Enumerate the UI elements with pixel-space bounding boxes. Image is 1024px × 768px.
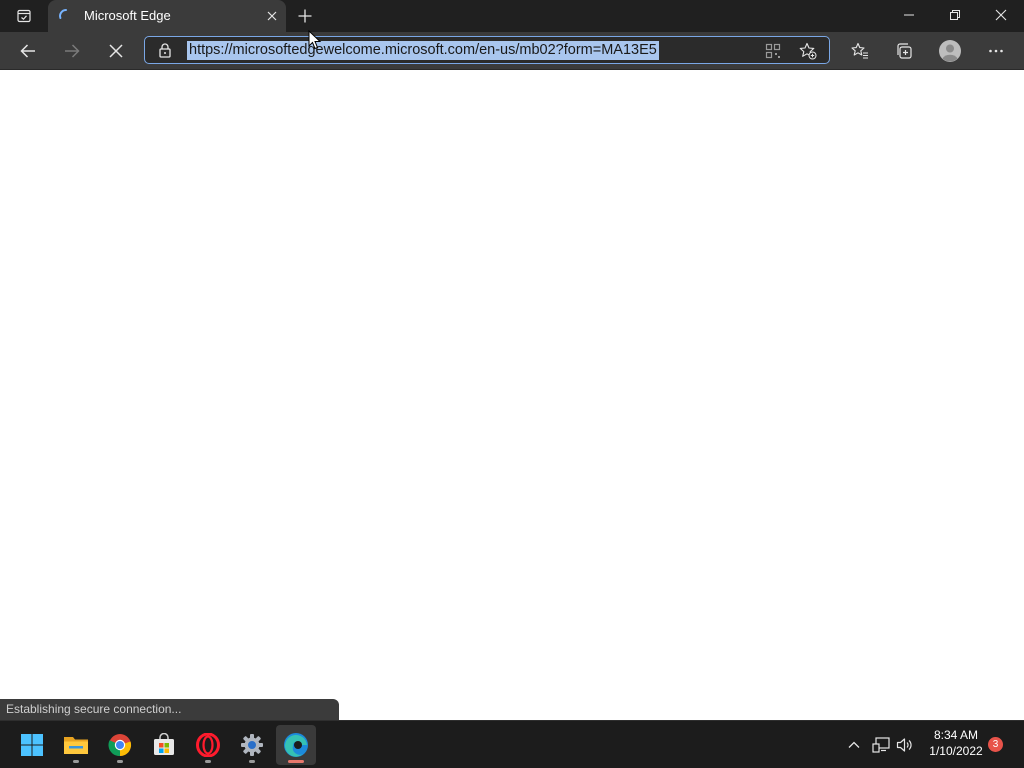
url-input[interactable]: https://microsoftedgewelcome.microsoft.c… bbox=[187, 41, 659, 60]
running-indicator bbox=[205, 760, 211, 763]
status-bar: Establishing secure connection... bbox=[0, 699, 339, 720]
browser-titlebar: Microsoft Edge bbox=[0, 0, 1024, 32]
chrome-icon bbox=[108, 734, 132, 757]
clock-time: 8:34 AM bbox=[933, 728, 979, 742]
collections-button[interactable] bbox=[887, 35, 921, 67]
close-icon bbox=[995, 9, 1007, 21]
arrow-left-icon bbox=[20, 44, 35, 58]
store-icon bbox=[154, 733, 174, 755]
tab-title: Microsoft Edge bbox=[84, 8, 171, 23]
tab-actions-icon bbox=[17, 9, 31, 23]
volume-icon bbox=[896, 738, 912, 752]
taskbar-microsoft-store[interactable] bbox=[144, 725, 184, 765]
notification-badge[interactable]: 3 bbox=[988, 737, 1003, 752]
favorites-icon bbox=[851, 42, 868, 59]
chevron-up-icon bbox=[848, 741, 860, 748]
restore-icon bbox=[950, 10, 960, 20]
taskbar: 8:34 AM 1/10/2022 3 bbox=[0, 720, 1024, 768]
new-tab-button[interactable] bbox=[292, 4, 318, 28]
minimize-icon bbox=[904, 14, 914, 16]
network-icon bbox=[872, 737, 890, 753]
more-options-icon bbox=[989, 49, 1003, 53]
folder-icon bbox=[64, 737, 88, 754]
back-button[interactable] bbox=[11, 35, 45, 67]
taskbar-opera[interactable] bbox=[188, 725, 228, 765]
close-window-button[interactable] bbox=[978, 0, 1024, 30]
mouse-cursor-icon bbox=[308, 30, 322, 50]
stop-loading-button[interactable] bbox=[99, 35, 133, 67]
plus-icon bbox=[298, 9, 312, 23]
profile-avatar-icon bbox=[939, 40, 961, 62]
qr-code-icon bbox=[765, 43, 781, 59]
opera-icon bbox=[196, 733, 220, 757]
clock-date: 1/10/2022 bbox=[929, 744, 983, 758]
tab-actions-button[interactable] bbox=[6, 4, 42, 28]
taskbar-clock[interactable]: 8:34 AM 1/10/2022 bbox=[920, 727, 992, 759]
windows-logo-icon bbox=[21, 734, 43, 756]
volume-button[interactable] bbox=[893, 729, 917, 761]
star-add-icon bbox=[799, 42, 817, 60]
loading-spinner-icon bbox=[59, 9, 67, 19]
qr-code-button[interactable] bbox=[761, 40, 785, 62]
close-tab-button[interactable] bbox=[262, 6, 282, 26]
stop-loading-icon bbox=[109, 44, 123, 58]
network-button[interactable] bbox=[869, 729, 893, 761]
close-icon bbox=[267, 11, 277, 21]
show-hidden-icons-button[interactable] bbox=[842, 729, 866, 761]
browser-tab[interactable]: Microsoft Edge bbox=[48, 0, 286, 32]
start-button[interactable] bbox=[12, 725, 52, 765]
add-favorite-button[interactable] bbox=[795, 40, 821, 62]
profile-button[interactable] bbox=[933, 35, 967, 67]
edge-icon bbox=[284, 733, 308, 757]
minimize-button[interactable] bbox=[886, 0, 932, 30]
taskbar-edge[interactable] bbox=[276, 725, 316, 765]
running-indicator bbox=[249, 760, 255, 763]
lock-icon[interactable] bbox=[157, 42, 173, 58]
settings-gear-icon bbox=[241, 734, 263, 756]
browser-toolbar: https://microsoftedgewelcome.microsoft.c… bbox=[0, 32, 1024, 70]
more-options-button[interactable] bbox=[979, 35, 1013, 67]
taskbar-file-explorer[interactable] bbox=[56, 725, 96, 765]
running-indicator bbox=[117, 760, 123, 763]
active-window-indicator bbox=[288, 760, 304, 763]
taskbar-chrome[interactable] bbox=[100, 725, 140, 765]
running-indicator bbox=[73, 760, 79, 763]
arrow-right-icon bbox=[65, 44, 80, 58]
page-content[interactable] bbox=[0, 70, 1024, 720]
collections-icon bbox=[897, 43, 912, 59]
favorites-button[interactable] bbox=[843, 35, 877, 67]
restore-button[interactable] bbox=[932, 0, 978, 30]
forward-button[interactable] bbox=[55, 35, 89, 67]
address-bar[interactable]: https://microsoftedgewelcome.microsoft.c… bbox=[144, 36, 830, 64]
taskbar-settings[interactable] bbox=[232, 725, 272, 765]
